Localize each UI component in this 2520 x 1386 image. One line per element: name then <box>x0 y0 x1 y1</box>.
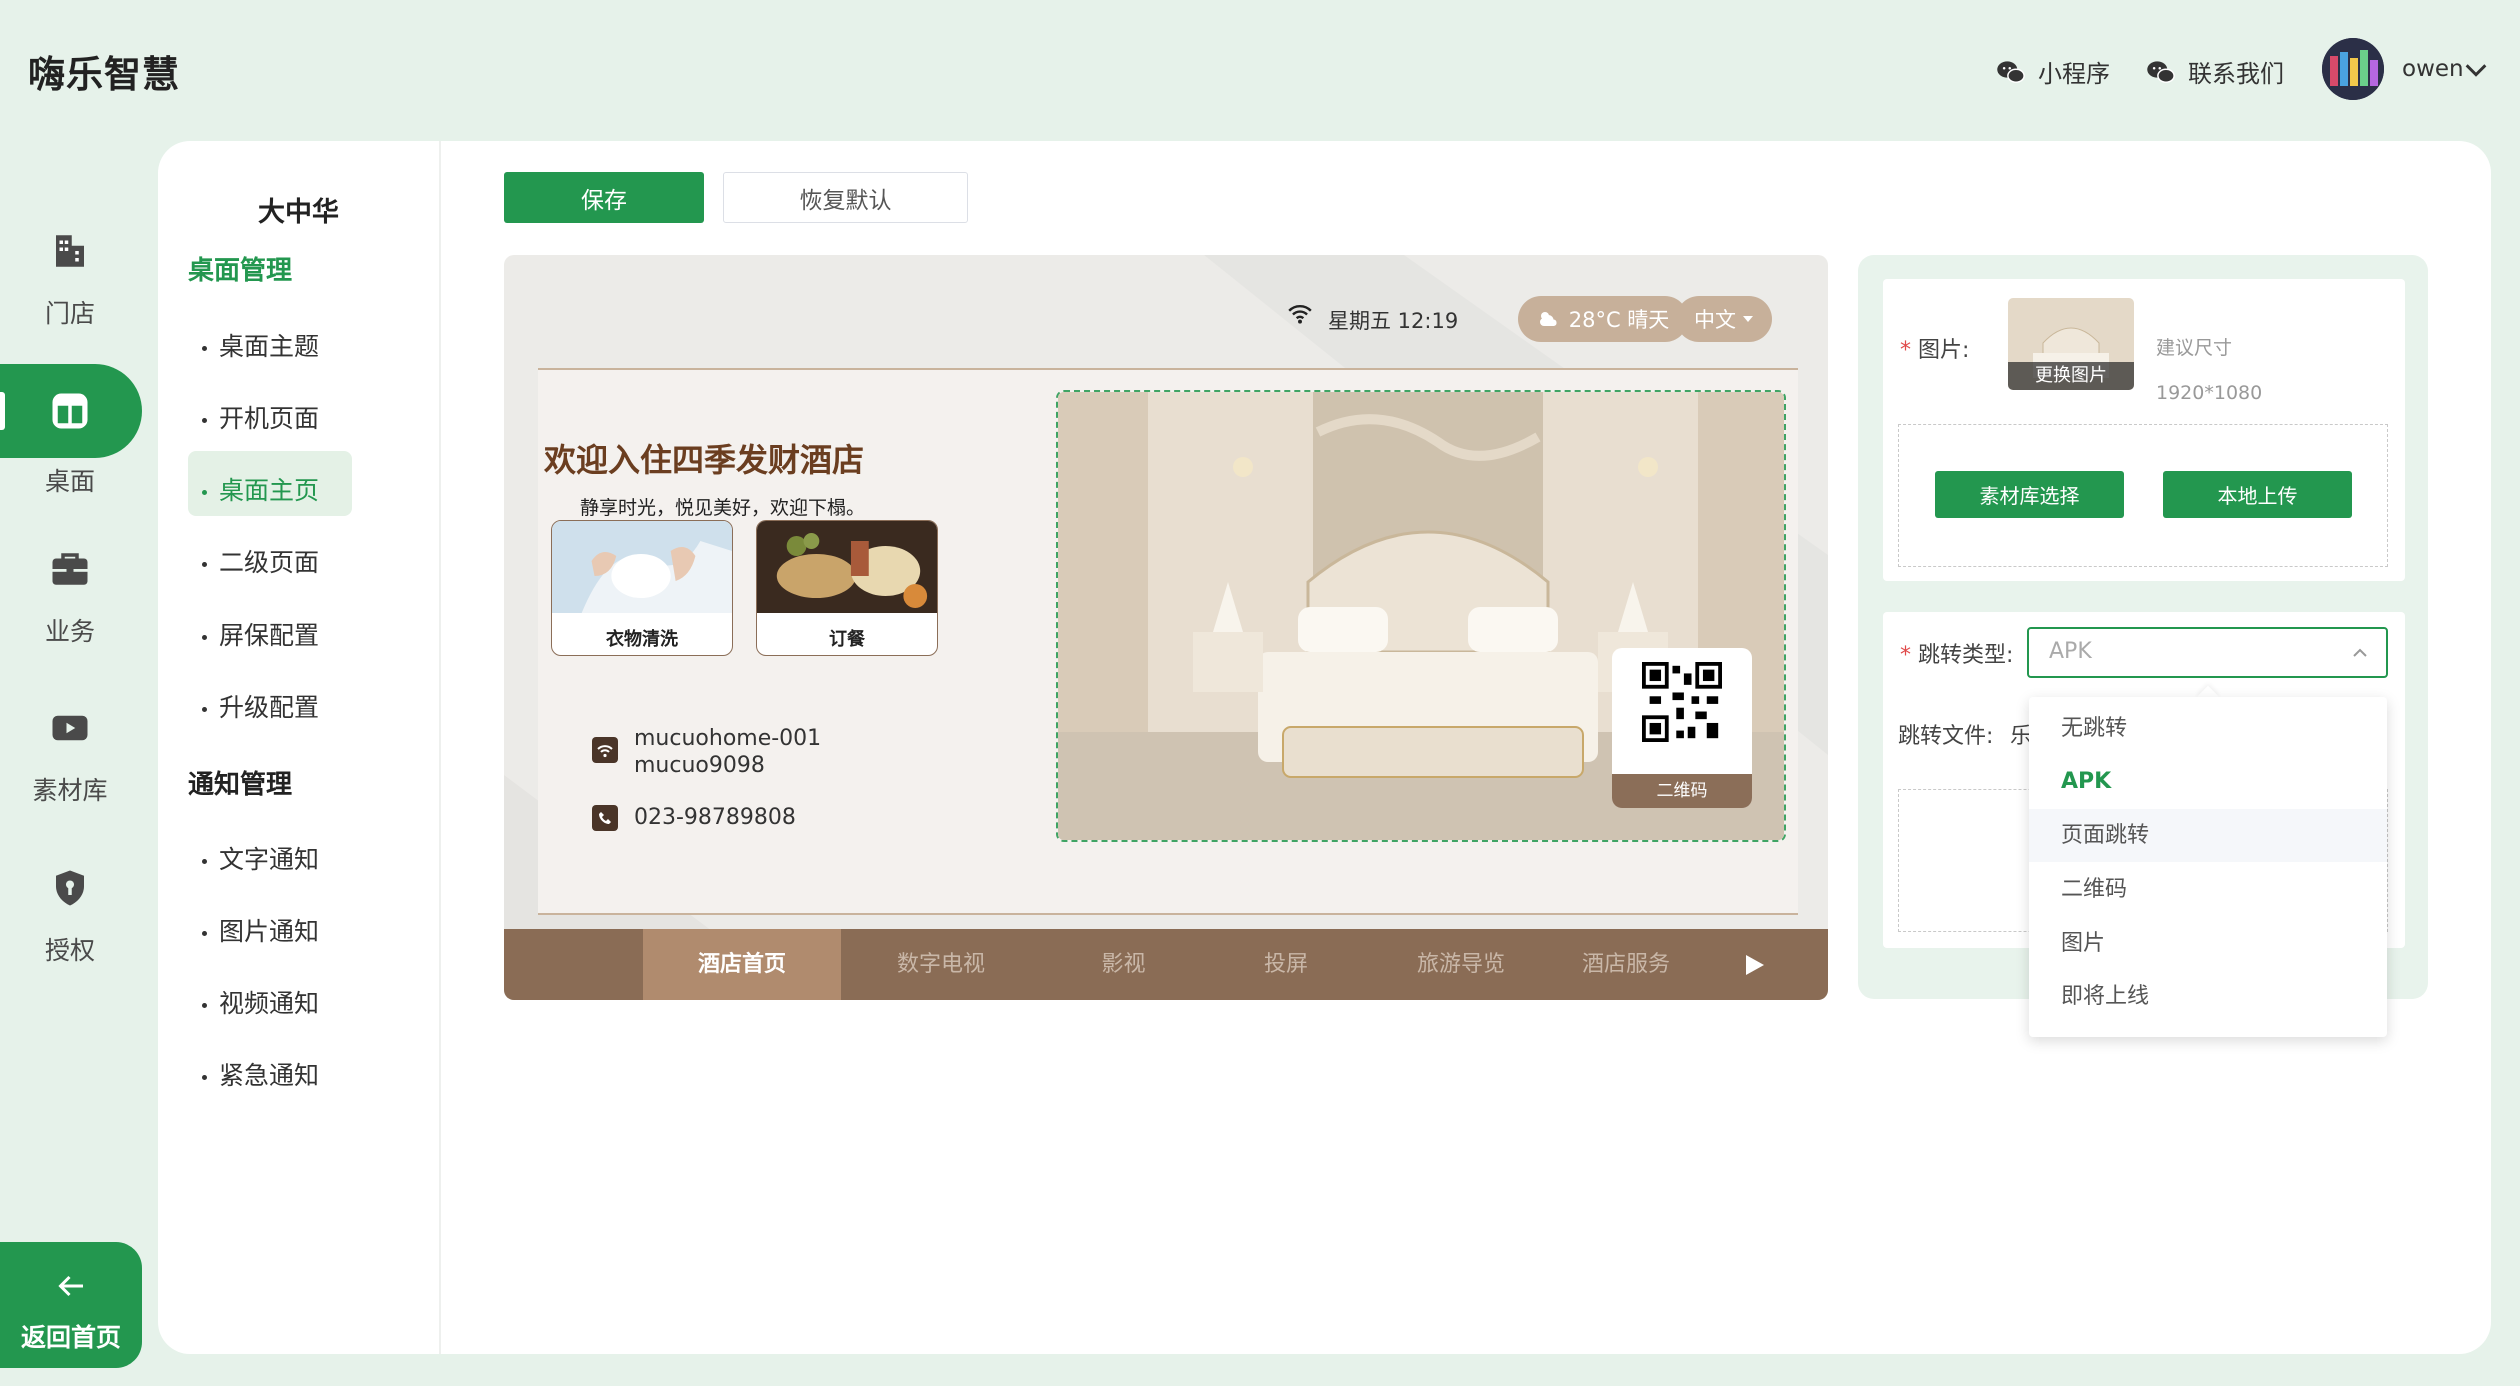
username[interactable]: owen <box>2402 56 2464 82</box>
wifi-name: mucuohome-001 <box>634 726 822 751</box>
tab-travel-guide[interactable]: 旅游导览 <box>1366 929 1556 1000</box>
miniprogram-label: 小程序 <box>2038 60 2110 88</box>
service-card-laundry[interactable]: 衣物清洗 <box>551 520 733 656</box>
wechat-icon <box>1997 60 2025 83</box>
size-hint-value: 1920*1080 <box>2156 382 2263 404</box>
library-select-button[interactable]: 素材库选择 <box>1935 471 2124 518</box>
weather-badge: 28°C 晴天 <box>1518 296 1688 342</box>
jump-type-label: * 跳转类型: <box>1900 643 2014 668</box>
sub-item-desktop-home[interactable]: 桌面主页 <box>202 471 319 507</box>
back-home-label: 返回首页 <box>20 1323 121 1352</box>
contact-label: 联系我们 <box>2188 60 2284 88</box>
nav-label-media: 素材库 <box>32 776 108 805</box>
tab-digital-tv[interactable]: 数字电视 <box>841 929 1041 1000</box>
service-label-laundry: 衣物清洗 <box>606 629 678 650</box>
image-field-label: * 图片: <box>1900 338 1970 363</box>
store-name: 大中华 <box>258 197 339 228</box>
brand-title: 嗨乐智慧 <box>28 53 180 96</box>
image-thumbnail[interactable]: 更换图片 <box>2008 298 2134 390</box>
save-button[interactable]: 保存 <box>504 172 704 223</box>
phone-contact-icon <box>592 805 618 831</box>
option-no-jump[interactable]: 无跳转 <box>2029 702 2387 755</box>
nav-label-auth: 授权 <box>44 936 95 965</box>
sub-item-desktop-theme[interactable]: 桌面主题 <box>202 327 319 363</box>
wifi-password: mucuo9098 <box>634 753 765 778</box>
sub-item-emergency-notice[interactable]: 紧急通知 <box>202 1056 319 1092</box>
media-icon <box>52 715 88 741</box>
size-hint-label: 建议尺寸 <box>2156 337 2233 359</box>
preview-tab-bar: 酒店首页 数字电视 影视 投屏 旅游导览 酒店服务 <box>504 929 1828 1000</box>
qr-code-label: 二维码 <box>1612 774 1752 808</box>
briefcase-icon <box>52 553 88 585</box>
nav-label-desktop: 桌面 <box>44 467 95 496</box>
sub-item-secondary-page[interactable]: 二级页面 <box>202 543 319 579</box>
tab-hotel-home[interactable]: 酒店首页 <box>643 929 841 1000</box>
option-page-jump[interactable]: 页面跳转 <box>2029 809 2387 862</box>
dining-image <box>757 521 937 613</box>
sub-item-video-notice[interactable]: 视频通知 <box>202 984 319 1020</box>
change-image-button[interactable]: 更换图片 <box>2008 362 2134 390</box>
nav-label-business: 业务 <box>44 617 95 646</box>
phone-number: 023-98789808 <box>634 805 796 830</box>
sub-item-image-notice[interactable]: 图片通知 <box>202 912 319 948</box>
service-label-dining: 订餐 <box>829 629 865 650</box>
weather-text: 28°C 晴天 <box>1568 308 1670 332</box>
nav-item-store[interactable]: 门店 <box>0 230 140 330</box>
back-home-button[interactable]: 返回首页 <box>0 1242 142 1368</box>
language-value: 中文 <box>1694 308 1736 332</box>
wifi-info: mucuohome-001 mucuo9098 <box>634 725 821 779</box>
option-image[interactable]: 图片 <box>2029 917 2387 970</box>
section-desktop-management[interactable]: 桌面管理 <box>188 250 292 287</box>
contact-link[interactable]: 联系我们 <box>2146 54 2284 89</box>
sub-item-text-notice[interactable]: 文字通知 <box>202 840 319 876</box>
option-coming-soon[interactable]: 即将上线 <box>2029 970 2387 1023</box>
sub-item-upgrade[interactable]: 升级配置 <box>202 688 319 724</box>
local-upload-button[interactable]: 本地上传 <box>2163 471 2352 518</box>
tab-screen-cast[interactable]: 投屏 <box>1206 929 1366 1000</box>
option-apk[interactable]: APK <box>2029 755 2387 808</box>
laundry-image <box>552 521 732 613</box>
arrow-left-icon <box>58 1275 83 1297</box>
language-select[interactable]: 中文 <box>1676 296 1772 342</box>
nav-item-business[interactable]: 业务 <box>0 548 140 648</box>
play-next-icon[interactable] <box>1744 953 1766 977</box>
nav-item-auth[interactable]: 授权 <box>0 867 140 967</box>
miniprogram-link[interactable]: 小程序 <box>1996 54 2110 89</box>
sub-nav-divider <box>439 141 441 1354</box>
preview-datetime: 星期五 12:19 <box>1328 309 1459 333</box>
reset-default-button[interactable]: 恢复默认 <box>723 172 968 223</box>
nav-item-desktop[interactable]: 桌面 <box>0 390 140 498</box>
tab-movies[interactable]: 影视 <box>1041 929 1206 1000</box>
hotel-slogan: 静享时光，悦见美好，欢迎下榻。 <box>580 497 866 519</box>
section-notice-management[interactable]: 通知管理 <box>188 764 292 801</box>
avatar[interactable] <box>2322 38 2384 100</box>
sub-item-screensaver[interactable]: 屏保配置 <box>202 616 319 652</box>
service-card-dining[interactable]: 订餐 <box>756 520 938 656</box>
chevron-down-icon[interactable] <box>2462 56 2490 84</box>
jump-file-label: 跳转文件: <box>1898 724 1994 749</box>
wechat-icon <box>2147 60 2175 83</box>
caret-down-icon <box>1743 316 1753 322</box>
desktop-icon <box>52 393 88 429</box>
nav-item-media[interactable]: 素材库 <box>0 707 140 807</box>
qr-code-card: 二维码 <box>1612 648 1752 808</box>
cloud-sun-icon <box>1539 312 1557 326</box>
sub-item-boot-page[interactable]: 开机页面 <box>202 399 319 435</box>
tab-hotel-service[interactable]: 酒店服务 <box>1556 929 1696 1000</box>
wifi-contact-icon <box>592 737 618 763</box>
option-qr-code[interactable]: 二维码 <box>2029 863 2387 916</box>
jump-type-dropdown: 无跳转 APK 页面跳转 二维码 图片 即将上线 <box>2029 697 2387 1037</box>
hotel-welcome-title: 欢迎入住四季发财酒店 <box>544 441 865 479</box>
qr-code-icon <box>1642 662 1722 742</box>
chevron-up-icon <box>2353 648 2367 657</box>
store-icon <box>56 235 84 267</box>
desktop-preview: 星期五 12:19 28°C 晴天 中文 欢迎入住四季发财酒店 静享时光，悦见美… <box>504 255 1828 1000</box>
jump-type-select[interactable]: APK <box>2027 627 2388 678</box>
wifi-icon <box>1288 305 1312 324</box>
jump-type-value: APK <box>2049 639 2092 664</box>
shield-icon <box>56 870 84 906</box>
nav-label-store: 门店 <box>44 299 95 328</box>
